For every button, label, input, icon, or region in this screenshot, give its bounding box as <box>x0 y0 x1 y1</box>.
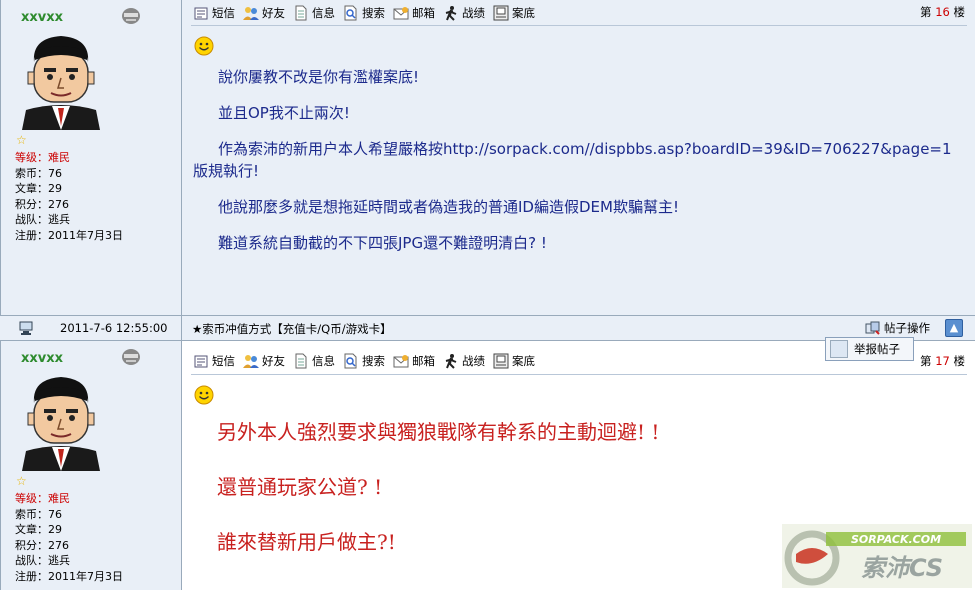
friend-button[interactable]: 好友 <box>243 5 285 21</box>
smiley-icon <box>194 36 214 56</box>
search-icon <box>344 353 357 369</box>
post-paragraph: 另外本人強烈要求與獨狼戰隊有幹系的主動迴避! ! <box>217 420 660 444</box>
post-paragraph: 還普通玩家公道? ! <box>217 475 383 499</box>
username-link[interactable]: xxvxx <box>21 351 63 366</box>
report-post-menu[interactable]: 举报帖子 <box>825 337 914 361</box>
floor-number: 第 16 楼 <box>920 5 965 19</box>
user-team: 战队：逃兵 <box>15 554 70 567</box>
case-record-button[interactable]: 案底 <box>493 353 535 369</box>
svg-text:SORPACK.COM: SORPACK.COM <box>851 533 941 546</box>
post-toolbar: 短信 好友 信息 搜索 邮箱 战绩 案底 <box>193 351 543 371</box>
username-link[interactable]: xxvxx <box>21 10 63 25</box>
post-16: xxvxx ☆ 等级：难民 索币：76 文章：29 积分：276 战队：逃兵 注… <box>0 0 975 315</box>
offline-status-icon <box>122 8 140 24</box>
user-coins: 索币：76 <box>15 166 62 180</box>
search-button[interactable]: 搜索 <box>343 353 385 369</box>
divider <box>191 25 967 26</box>
post-paragraph: 並且OP我不止兩次! <box>218 104 350 122</box>
user-pane: xxvxx ☆ 等级：难民 索币：76 文章：29 积分：276 战队：逃兵 注… <box>1 0 182 315</box>
friends-icon <box>243 7 259 20</box>
user-articles: 文章：29 <box>15 523 62 536</box>
user-coins: 索币：76 <box>15 507 62 521</box>
level-star-icon: ☆ <box>16 474 27 488</box>
user-rank: 等级：难民 <box>15 492 70 505</box>
post-paragraph: 他說那麼多就是想拖延時間或者偽造我的普通ID編造假DEM欺騙幫主! <box>218 198 679 216</box>
user-rank: 等级：难民 <box>15 151 70 164</box>
search-button[interactable]: 搜索 <box>343 5 385 21</box>
friend-button[interactable]: 好友 <box>243 353 285 369</box>
record-button[interactable]: 战绩 <box>443 5 485 21</box>
tools-icon <box>865 321 880 335</box>
case-file-icon <box>493 353 509 369</box>
user-team: 战队：逃兵 <box>15 213 70 226</box>
post-paragraph: 作為索沛的新用户本人希望嚴格按http://sorpack.com//dispb… <box>193 140 952 180</box>
divider <box>181 316 182 342</box>
user-points: 积分：276 <box>15 197 69 211</box>
recharge-ad-link[interactable]: ★索币冲值方式【充值卡/Q币/游戏卡】 <box>192 321 392 337</box>
user-registered: 注册：2011年7月3日 <box>15 569 123 583</box>
sorpack-watermark-logo: SORPACK.COM 索沛CS <box>782 524 972 588</box>
search-icon <box>344 5 357 21</box>
svg-text:索沛CS: 索沛CS <box>861 554 943 582</box>
mailbox-button[interactable]: 邮箱 <box>393 353 435 369</box>
message-button[interactable]: 短信 <box>193 353 235 369</box>
mail-icon <box>393 355 409 368</box>
info-button[interactable]: 信息 <box>293 353 335 369</box>
post-paragraph: 難道系統自動截的不下四張JPG還不難證明清白? ! <box>218 234 547 252</box>
user-points: 积分：276 <box>15 538 69 552</box>
message-icon <box>194 7 208 20</box>
report-post-item[interactable]: 举报帖子 <box>854 341 900 357</box>
record-button[interactable]: 战绩 <box>443 353 485 369</box>
arrow-up-icon[interactable]: ▲ <box>945 319 963 337</box>
soldier-icon <box>445 354 457 369</box>
divider <box>191 374 967 375</box>
avatar[interactable] <box>16 30 106 130</box>
user-registered: 注册：2011年7月3日 <box>15 228 123 242</box>
post-operations-button[interactable]: 帖子操作 <box>865 320 930 336</box>
user-articles: 文章：29 <box>15 182 62 195</box>
user-info: 等级：难民 索币：76 文章：29 积分：276 战队：逃兵 注册：2011年7… <box>15 150 123 243</box>
info-button[interactable]: 信息 <box>293 5 335 21</box>
smiley-icon <box>194 385 214 405</box>
message-button[interactable]: 短信 <box>193 5 235 21</box>
friends-icon <box>243 355 259 368</box>
user-computer-icon <box>19 321 33 335</box>
level-star-icon: ☆ <box>16 133 27 147</box>
post-paragraph: 說你屢教不改是你有濫權案底! <box>218 68 420 86</box>
message-icon <box>194 355 208 368</box>
case-record-button[interactable]: 案底 <box>493 5 535 21</box>
user-info: 等级：难民 索币：76 文章：29 积分：276 战队：逃兵 注册：2011年7… <box>15 491 123 584</box>
document-icon <box>295 5 307 21</box>
post-content: 另外本人強烈要求與獨狼戰隊有幹系的主動迴避! ! 還普通玩家公道? ! 誰來替新… <box>217 418 659 583</box>
avatar[interactable] <box>16 371 106 471</box>
post-paragraph: 誰來替新用戶做主?! <box>217 530 396 554</box>
mail-icon <box>393 7 409 20</box>
mailbox-button[interactable]: 邮箱 <box>393 5 435 21</box>
report-icon <box>830 340 848 358</box>
case-file-icon <box>493 5 509 21</box>
post-toolbar: 短信 好友 信息 搜索 邮箱 战绩 案底 <box>193 3 543 23</box>
post-timestamp: 2011-7-6 12:55:00 <box>60 321 168 335</box>
offline-status-icon <box>122 349 140 365</box>
document-icon <box>295 353 307 369</box>
floor-number: 第 17 楼 <box>920 354 965 368</box>
post-content: 說你屢教不改是你有濫權案底! 並且OP我不止兩次! 作為索沛的新用户本人希望嚴格… <box>193 66 963 268</box>
soldier-icon <box>445 6 457 21</box>
user-pane: xxvxx ☆ 等级：难民 索币：76 文章：29 积分：276 战队：逃兵 注… <box>1 341 182 590</box>
